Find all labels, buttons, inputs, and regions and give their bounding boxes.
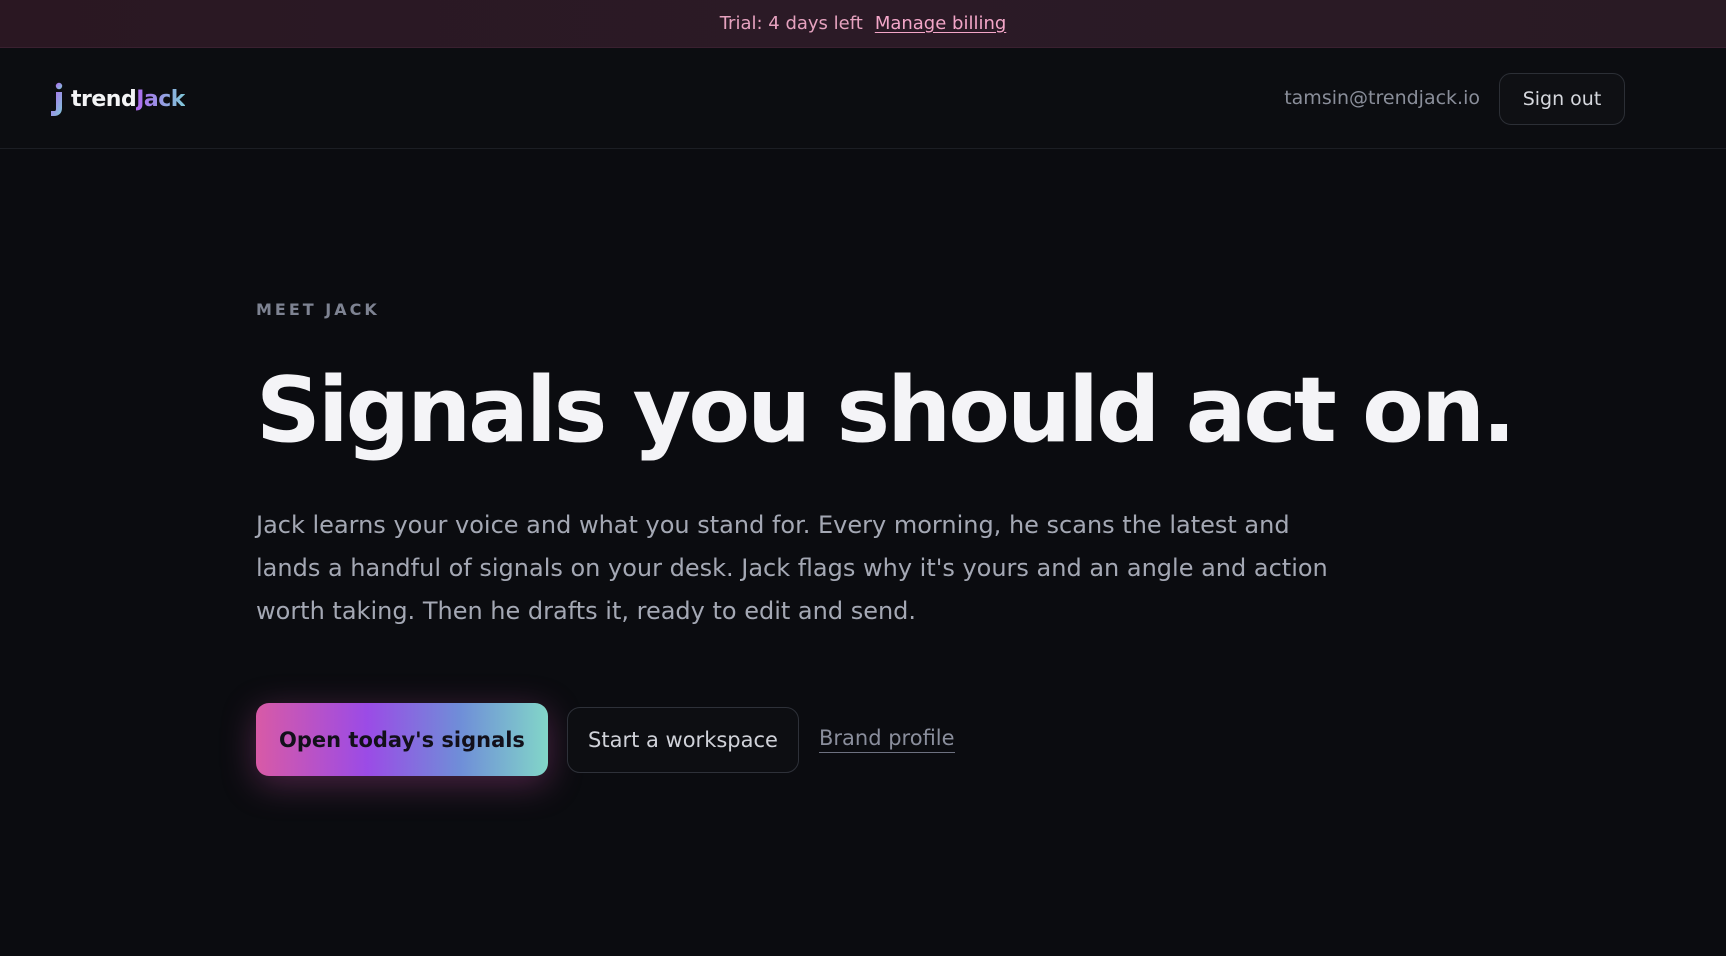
- sign-out-button[interactable]: Sign out: [1499, 73, 1625, 125]
- top-navigation: trendJack tamsin@trendjack.io Sign out: [0, 48, 1726, 149]
- open-todays-signals-button[interactable]: Open today's signals: [256, 703, 548, 776]
- user-email: tamsin@trendjack.io: [1284, 87, 1480, 109]
- manage-billing-link[interactable]: Manage billing: [875, 13, 1006, 34]
- hero-headline: Signals you should act on.: [256, 358, 1516, 463]
- hero-description: Jack learns your voice and what you stan…: [256, 511, 1328, 625]
- trial-status-text: Trial: 4 days left: [719, 13, 863, 34]
- hero-actions: Open today's signals Start a workspace B…: [256, 703, 955, 776]
- start-workspace-button[interactable]: Start a workspace: [567, 706, 799, 773]
- logo-wordmark: trendJack: [71, 87, 185, 112]
- hero-eyebrow: MEET JACK: [256, 300, 380, 319]
- brand-profile-link[interactable]: Brand profile: [819, 726, 955, 753]
- logo[interactable]: trendJack: [49, 81, 185, 117]
- logo-wordmark-part1: trend: [71, 86, 137, 112]
- trial-banner: Trial: 4 days left Manage billing: [0, 0, 1726, 48]
- logo-wordmark-part2: Jack: [136, 86, 185, 112]
- logo-icon: [51, 82, 63, 116]
- hero-section: MEET JACK Signals you should act on. Jac…: [256, 300, 1516, 633]
